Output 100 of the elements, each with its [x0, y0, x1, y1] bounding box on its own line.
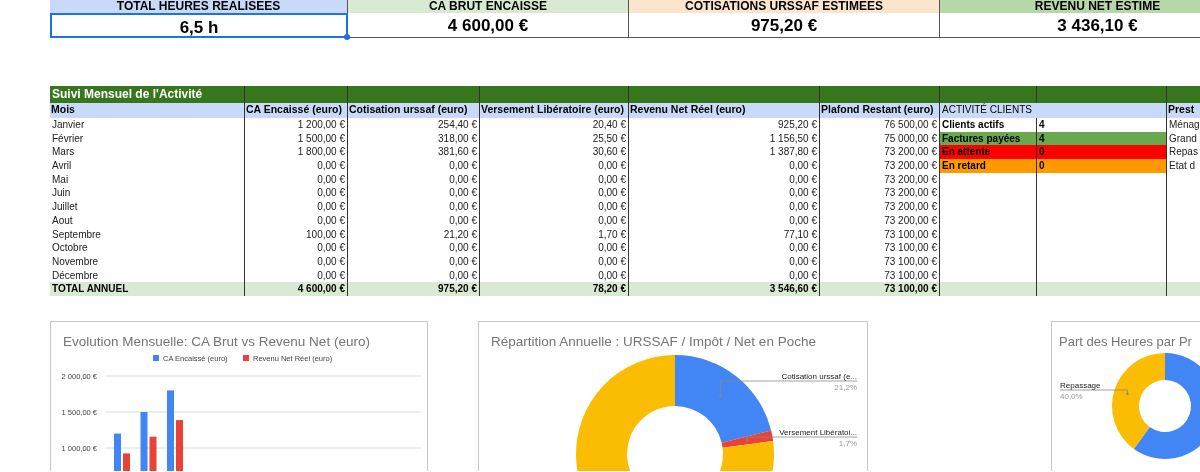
table-cell: 0,00 €: [629, 213, 820, 228]
column-header: Prest: [1167, 103, 1200, 118]
total-cell: 3 546,60 €: [629, 282, 820, 296]
table-cell: 0,00 €: [629, 200, 820, 214]
summary-value[interactable]: 3 436,10 €: [940, 13, 1200, 38]
slice-label: Cotisation urssaf (e...: [781, 371, 857, 381]
leader-line: [1059, 389, 1128, 395]
table-cell: 0,00 €: [629, 254, 820, 269]
bar: [123, 453, 130, 471]
table-cell: 1 387,80 €: [629, 145, 820, 160]
table-cell: 0,00 €: [480, 241, 629, 255]
summary-value[interactable]: 975,20 €: [629, 13, 940, 38]
table-cell: 30,60 €: [480, 145, 629, 160]
total-cell: 78,20 €: [480, 282, 629, 296]
table-cell: 25,50 €: [480, 131, 629, 146]
table-cell: 1 800,00 €: [245, 145, 348, 160]
column-header: Versement Libératoire (euro): [480, 103, 629, 118]
summary-label: TOTAL HEURES REALISEES: [50, 0, 348, 13]
table-cell: 0,00 €: [348, 213, 480, 228]
table-cell: 73 100,00 €: [820, 254, 940, 269]
summary-label: REVENU NET ESTIME: [940, 0, 1200, 13]
slice-label: Versement Libératoi...: [779, 427, 857, 437]
table-cell: 1,70 €: [480, 227, 629, 242]
column-header: Revenu Net Réel (euro): [629, 103, 820, 118]
table-cell: 0,00 €: [348, 186, 480, 201]
selection-handle[interactable]: [344, 34, 350, 40]
table-cell: Mars: [50, 145, 245, 160]
table-cell: 77,10 €: [629, 227, 820, 242]
summary-value[interactable]: 4 600,00 €: [348, 13, 629, 38]
table-cell: 0,00 €: [245, 172, 348, 187]
leader-dot: [719, 394, 722, 398]
total-cell: TOTAL ANNUEL: [50, 282, 245, 296]
count-cell: 0: [1037, 145, 1167, 160]
table-cell: 0,00 €: [480, 200, 629, 214]
table-cell: 1 500,00 €: [245, 131, 348, 146]
total-cell: 4 600,00 €: [245, 282, 348, 296]
table-cell: 0,00 €: [245, 200, 348, 214]
table-cell-text: Repas: [1168, 145, 1199, 160]
table-cell: 318,00 €: [348, 131, 480, 146]
status-cell: En attente: [940, 145, 1037, 160]
table-cell: 0,00 €: [480, 159, 629, 173]
table-cell: 0,00 €: [629, 172, 820, 187]
table-cell: 0,00 €: [348, 200, 480, 214]
table-cell: 0,00 €: [480, 254, 629, 269]
table-cell: Janvier: [50, 118, 245, 132]
table-cell: Avril: [50, 159, 245, 173]
table-cell: 73 100,00 €: [820, 241, 940, 255]
table-cell: 1 200,00 €: [245, 118, 348, 132]
table-cell: 0,00 €: [348, 254, 480, 269]
table-cell: 20,40 €: [480, 118, 629, 132]
table-cell: 21,20 €: [348, 227, 480, 242]
table-cell: 0,00 €: [629, 159, 820, 173]
table-cell: 73 200,00 €: [820, 200, 940, 214]
table-cell: 0,00 €: [480, 172, 629, 187]
table-cell: 73 200,00 €: [820, 172, 940, 187]
table-cell: Juin: [50, 186, 245, 201]
table-cell: 0,00 €: [348, 172, 480, 187]
table-cell: 0,00 €: [629, 186, 820, 201]
column-header: Cotisation urssaf (euro): [348, 103, 480, 118]
table-cell: 381,60 €: [348, 145, 480, 160]
count-cell: 0: [1037, 159, 1167, 173]
table-cell: 925,20 €: [629, 118, 820, 132]
table-cell: 73 100,00 €: [820, 227, 940, 242]
table-cell: 73 200,00 €: [820, 186, 940, 201]
table-cell: 100,00 €: [245, 227, 348, 242]
table-cell: Octobre: [50, 241, 245, 255]
chart-title: Evolution Mensuelle: CA Brut vs Revenu Net (euro): [63, 333, 370, 349]
chart-title: Part des Heures par Pr: [1059, 333, 1192, 349]
slice-percent: 21,2%: [834, 382, 857, 392]
table-cell: 0,00 €: [348, 241, 480, 255]
summary-label: COTISATIONS URSSAF ESTIMEES: [629, 0, 940, 13]
table-cell-text: Ménag: [1168, 118, 1200, 132]
table-cell: 73 200,00 €: [820, 213, 940, 228]
chart-title: Répartition Annuelle : URSSAF / Impôt / Net en Poche: [491, 333, 816, 349]
leader-dot: [746, 439, 749, 442]
table-cell: 0,00 €: [245, 186, 348, 201]
table-cell: 0,00 €: [629, 241, 820, 255]
status-cell: Clients actifs: [940, 118, 1037, 132]
slice-percent: 1,7%: [838, 438, 857, 448]
table-cell: 0,00 €: [480, 186, 629, 201]
slice-percent: 40,0%: [1060, 391, 1083, 401]
column-header: CA Encaissé (euro): [245, 103, 348, 118]
total-cell: 73 100,00 €: [820, 282, 940, 296]
slice-label: Repassage: [1060, 380, 1101, 390]
table-cell: 0,00 €: [348, 159, 480, 173]
table-cell-text: Etat d: [1168, 159, 1197, 173]
column-header: Plafond Restant (euro): [820, 103, 940, 118]
table-cell: 0,00 €: [245, 159, 348, 173]
summary-value[interactable]: 6,5 h: [50, 13, 348, 38]
table-cell: Mai: [50, 172, 245, 187]
table-cell: 1 156,50 €: [629, 131, 820, 146]
table-cell: Septembre: [50, 227, 245, 242]
sheet-title: Suivi Mensuel de l'Activité: [50, 86, 245, 103]
table-cell: Aout: [50, 213, 245, 228]
bar: [114, 433, 121, 471]
total-cell: 975,20 €: [348, 282, 480, 296]
leader-dot: [1126, 392, 1129, 395]
table-cell: Juillet: [50, 200, 245, 214]
bar: [176, 420, 183, 471]
table-cell: Novembre: [50, 254, 245, 269]
